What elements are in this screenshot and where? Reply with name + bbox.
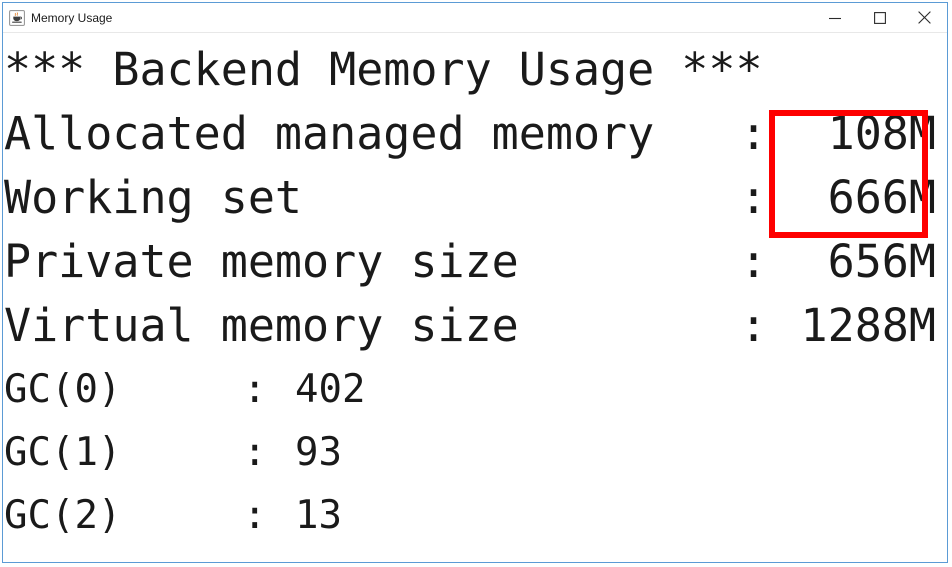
close-button[interactable]: [902, 3, 947, 32]
row-value-gc-1: 93: [295, 430, 342, 475]
row-separator-gc-0: :: [243, 367, 267, 412]
console-output-area: *** Backend Memory Usage *** Allocated m…: [3, 33, 947, 562]
title-bar-left: Memory Usage: [3, 9, 113, 26]
row-separator-working-set: :: [740, 171, 768, 224]
row-value-virtual-memory-size: 1288M: [800, 299, 936, 352]
memory-usage-window: Memory Usage *** Backend Memory Usage **…: [2, 2, 948, 563]
row-label-gc-1: GC(1): [4, 430, 122, 475]
row-value-private-memory-size: 656M: [827, 235, 936, 288]
row-separator-private-memory-size: :: [740, 235, 768, 288]
row-label-gc-2: GC(2): [4, 493, 122, 538]
row-separator-allocated-managed-memory: :: [740, 107, 768, 160]
maximize-button[interactable]: [857, 3, 902, 32]
row-label-working-set: Working set: [4, 171, 303, 224]
row-label-gc-0: GC(0): [4, 367, 122, 412]
window-controls: [812, 3, 947, 32]
window-title: Memory Usage: [31, 10, 113, 25]
row-value-allocated-managed-memory: 108M: [827, 107, 936, 160]
row-label-virtual-memory-size: Virtual memory size: [4, 299, 519, 352]
console-heading: *** Backend Memory Usage ***: [4, 43, 763, 96]
row-label-allocated-managed-memory: Allocated managed memory: [4, 107, 655, 160]
row-value-gc-2: 13: [295, 493, 342, 538]
row-label-private-memory-size: Private memory size: [4, 235, 519, 288]
minimize-button[interactable]: [812, 3, 857, 32]
row-separator-gc-2: :: [243, 493, 267, 538]
row-value-working-set: 666M: [827, 171, 936, 224]
java-coffee-cup-icon: [9, 9, 25, 26]
row-value-gc-0: 402: [295, 367, 366, 412]
title-bar: Memory Usage: [3, 3, 947, 33]
row-separator-virtual-memory-size: :: [740, 299, 768, 352]
row-separator-gc-1: :: [243, 430, 267, 475]
